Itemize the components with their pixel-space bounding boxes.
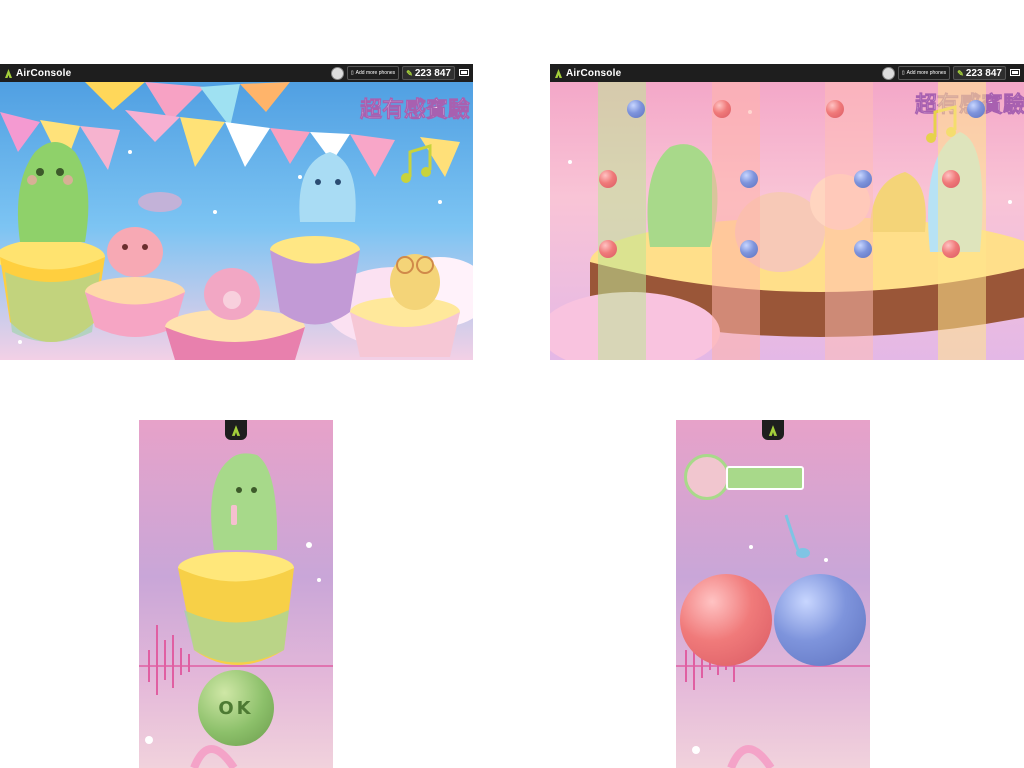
airconsole-logo-icon xyxy=(762,420,784,440)
screen-icon[interactable] xyxy=(1009,67,1020,79)
note-blue xyxy=(854,170,872,188)
phone-icon: ▯ xyxy=(350,70,354,76)
controller-icon: ✎ xyxy=(406,68,413,78)
green-character xyxy=(0,142,105,342)
screen-icon[interactable] xyxy=(458,67,469,79)
note-red xyxy=(942,240,960,258)
add-phones-button[interactable]: ▯ Add more phones xyxy=(897,66,951,80)
lane-1 xyxy=(598,82,646,360)
note-red xyxy=(599,170,617,188)
add-phones-label: Add more phones xyxy=(355,70,396,76)
note-blue xyxy=(740,170,758,188)
airconsole-logo[interactable]: AirConsole xyxy=(554,68,621,79)
red-button[interactable] xyxy=(680,574,772,666)
user-avatar-icon[interactable] xyxy=(330,66,344,80)
game-title: 超有感賓驗 xyxy=(360,97,470,123)
blue-character xyxy=(270,152,360,325)
connection-code-box[interactable]: ✎ 223 847 xyxy=(953,66,1006,80)
ok-label: OK xyxy=(218,697,254,719)
note-blue xyxy=(627,100,645,118)
note-blue xyxy=(967,100,985,118)
sound-wave xyxy=(148,625,190,695)
airconsole-topbar: AirConsole ▯ Add more phones ✎ 223 847 xyxy=(0,64,473,82)
user-avatar-icon[interactable] xyxy=(881,66,895,80)
controller-icon: ✎ xyxy=(957,68,964,78)
connection-code: 223 847 xyxy=(414,67,451,79)
note-red xyxy=(942,170,960,188)
airconsole-logo-icon xyxy=(5,68,12,78)
airconsole-logo-icon xyxy=(555,68,562,78)
note-red xyxy=(713,100,731,118)
airconsole-logo[interactable]: AirConsole xyxy=(4,68,71,79)
connection-code: 223 847 xyxy=(965,67,1002,79)
lane-4 xyxy=(938,82,986,360)
player-name-bar xyxy=(726,466,804,490)
phone-controller-play xyxy=(676,420,870,768)
lane-2 xyxy=(712,82,760,360)
player-avatar xyxy=(684,454,730,500)
lobby-screen: AirConsole ▯ Add more phones ✎ 223 847 超… xyxy=(0,64,473,360)
gameplay-screen: AirConsole ▯ Add more phones ✎ 223 847 xyxy=(550,64,1024,360)
lane-3 xyxy=(825,82,873,360)
note-blue xyxy=(854,240,872,258)
blue-button[interactable] xyxy=(774,574,866,666)
music-note-icon xyxy=(401,143,432,183)
phone-controller-ready: OK xyxy=(139,420,333,768)
brand-name: AirConsole xyxy=(566,67,622,79)
phone-icon: ▯ xyxy=(901,70,905,76)
connection-code-box[interactable]: ✎ 223 847 xyxy=(402,66,455,80)
add-phones-button[interactable]: ▯ Add more phones xyxy=(346,66,400,80)
note-blue xyxy=(740,240,758,258)
add-phones-label: Add more phones xyxy=(906,70,947,76)
ok-button[interactable]: OK xyxy=(198,670,274,746)
airconsole-topbar: AirConsole ▯ Add more phones ✎ 223 847 xyxy=(550,64,1024,82)
brand-name: AirConsole xyxy=(16,67,72,79)
note-red xyxy=(599,240,617,258)
note-red xyxy=(826,100,844,118)
lobby-scene: 超有感賓驗 xyxy=(0,82,473,360)
